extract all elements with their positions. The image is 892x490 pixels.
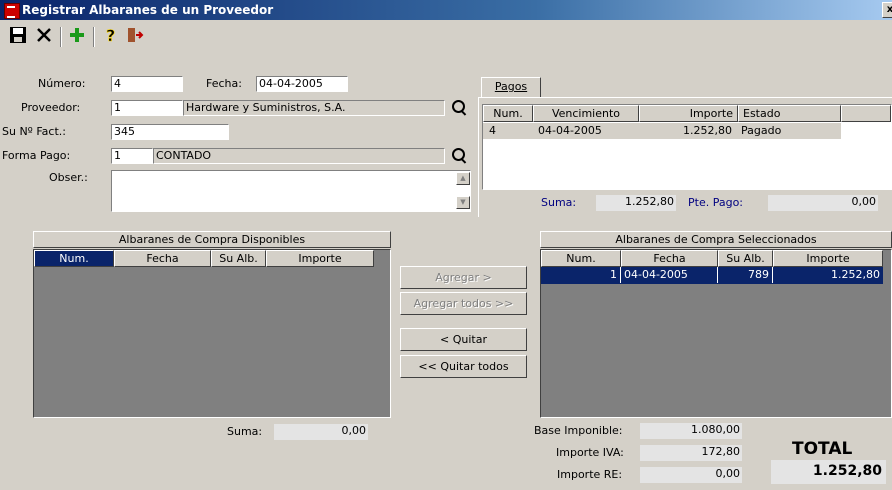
disponibles-caption: Albaranes de Compra Disponibles: [33, 231, 391, 248]
numero-field[interactable]: 4: [111, 76, 183, 92]
close-button[interactable]: x: [882, 2, 892, 18]
pagos-col-estado[interactable]: Estado: [738, 105, 841, 122]
pagos-cell-estado: Pagado: [741, 124, 782, 137]
cancel-icon[interactable]: [33, 26, 55, 48]
fecha-field[interactable]: 04-04-2005: [256, 76, 348, 92]
pagos-suma-label: Suma:: [541, 196, 577, 209]
disponibles-col-sualb[interactable]: Su Alb.: [211, 250, 266, 267]
base-label: Base Imponible:: [534, 424, 623, 437]
obser-label: Obser.:: [49, 171, 88, 184]
add-icon[interactable]: [66, 26, 88, 48]
window-icon: [4, 3, 20, 19]
table-row[interactable]: 4 04-04-2005 1.252,80 Pagado: [483, 123, 841, 139]
quitar-todos-button[interactable]: << Quitar todos: [400, 355, 527, 378]
seleccionados-col-fecha[interactable]: Fecha: [621, 250, 718, 267]
seleccionados-cell-num: 1: [541, 267, 621, 283]
seleccionados-grid[interactable]: Num. Fecha Su Alb. Importe 1 04-04-2005 …: [540, 249, 892, 418]
exit-icon[interactable]: [124, 26, 146, 48]
proveedor-name-field: Hardware y Suministros, S.A.: [183, 100, 445, 116]
formapago-code-field[interactable]: 1: [111, 148, 153, 164]
seleccionados-cell-fecha: 04-04-2005: [621, 267, 718, 283]
agregar-todos-button[interactable]: Agregar todos >>: [400, 292, 527, 315]
scroll-up-icon[interactable]: ▲: [456, 172, 470, 185]
disponibles-col-num[interactable]: Num.: [34, 250, 114, 267]
fecha-label: Fecha:: [206, 77, 242, 90]
formapago-label: Forma Pago:: [2, 149, 71, 162]
seleccionados-col-importe[interactable]: Importe: [773, 250, 883, 267]
save-icon[interactable]: [7, 26, 29, 48]
toolbar-separator: [60, 27, 62, 47]
agregar-button[interactable]: Agregar >: [400, 266, 527, 289]
seleccionados-caption: Albaranes de Compra Seleccionados: [540, 231, 892, 248]
iva-label: Importe IVA:: [556, 446, 624, 459]
pagos-grid[interactable]: Num. Vencimiento Importe Estado 4 04-04-…: [482, 104, 892, 190]
window-title: Registrar Albaranes de un Proveedor: [22, 3, 274, 17]
search-proveedor-icon[interactable]: [450, 99, 468, 117]
disponibles-suma-value: 0,00: [274, 424, 368, 440]
toolbar-separator: [93, 27, 95, 47]
re-label: Importe RE:: [557, 468, 623, 481]
pagos-col-vencimiento[interactable]: Vencimiento: [533, 105, 639, 122]
seleccionados-col-sualb[interactable]: Su Alb.: [718, 250, 773, 267]
title-bar: Registrar Albaranes de un Proveedor x: [0, 0, 892, 20]
tab-pagos[interactable]: Pagos: [481, 77, 541, 98]
search-formapago-icon[interactable]: [450, 147, 468, 165]
base-value: 1.080,00: [640, 423, 742, 439]
help-icon[interactable]: ?: [100, 26, 122, 48]
table-row[interactable]: 1 04-04-2005 789 1.252,80: [541, 267, 883, 284]
pagos-col-importe[interactable]: Importe: [639, 105, 738, 122]
sufact-field[interactable]: 345: [111, 124, 229, 140]
pagos-col-num[interactable]: Num.: [483, 105, 533, 122]
disponibles-col-importe[interactable]: Importe: [266, 250, 374, 267]
disponibles-suma-label: Suma:: [227, 425, 263, 438]
re-value: 0,00: [640, 467, 742, 483]
seleccionados-cell-sualb: 789: [718, 267, 773, 283]
iva-value: 172,80: [640, 445, 742, 461]
obser-textarea[interactable]: [111, 170, 471, 212]
formapago-name-field: CONTADO: [153, 148, 445, 164]
pagos-cell-vencimiento: 04-04-2005: [538, 124, 602, 137]
tab-pagos-label: Pagos: [494, 80, 528, 93]
svg-text:?: ?: [106, 26, 115, 44]
proveedor-code-field[interactable]: 1: [111, 100, 183, 116]
pagos-pte-value: 0,00: [768, 195, 878, 211]
total-value: 1.252,80: [771, 460, 886, 484]
sufact-label: Su Nº Fact.:: [2, 125, 66, 138]
proveedor-label: Proveedor:: [21, 101, 81, 114]
numero-label: Número:: [38, 77, 86, 90]
seleccionados-cell-importe: 1.252,80: [831, 268, 880, 281]
pagos-col-extra[interactable]: [841, 105, 891, 122]
toolbar: ?: [0, 20, 892, 54]
pagos-cell-importe: 1.252,80: [683, 124, 732, 137]
pagos-pte-label: Pte. Pago:: [688, 196, 744, 209]
scroll-down-icon[interactable]: ▼: [456, 196, 470, 209]
total-label: TOTAL: [792, 439, 853, 459]
seleccionados-col-num[interactable]: Num.: [541, 250, 621, 267]
pagos-suma-value: 1.252,80: [596, 195, 676, 211]
quitar-button[interactable]: < Quitar: [400, 328, 527, 351]
disponibles-grid[interactable]: Num. Fecha Su Alb. Importe: [33, 249, 391, 418]
pagos-cell-num: 4: [489, 124, 496, 137]
disponibles-col-fecha[interactable]: Fecha: [114, 250, 211, 267]
